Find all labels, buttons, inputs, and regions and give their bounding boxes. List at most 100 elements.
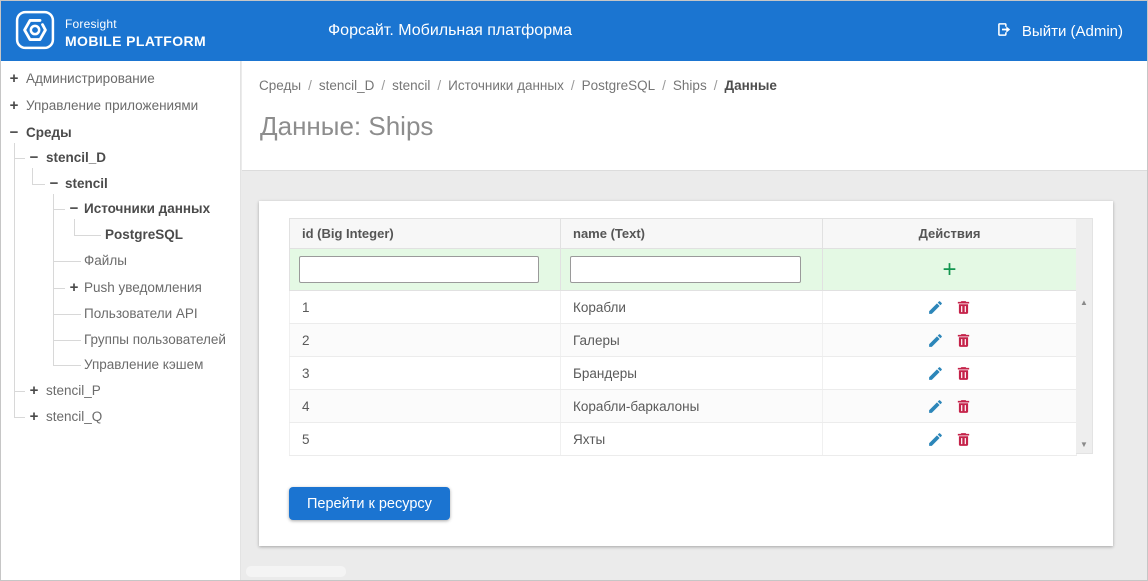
name-filter-input[interactable] (570, 256, 801, 283)
tree-line (14, 158, 25, 159)
cell-name: Брандеры (560, 356, 823, 390)
delete-icon[interactable] (955, 431, 972, 448)
logo-line2: MOBILE PLATFORM (65, 32, 207, 49)
cell-id: 5 (289, 422, 561, 456)
breadcrumb: Среды / stencil_D / stencil / Источники данных… (259, 78, 777, 93)
edit-icon[interactable] (927, 398, 944, 415)
breadcrumb-ships[interactable]: Ships (673, 78, 707, 93)
data-grid: id (Big Integer) name (Text) Действия + (289, 218, 1093, 456)
horizontal-scrollbar-thumb[interactable] (246, 566, 346, 577)
tree-line (14, 143, 15, 417)
collapse-icon[interactable]: − (27, 148, 41, 168)
delete-icon[interactable] (955, 299, 972, 316)
expand-icon[interactable]: + (27, 381, 41, 401)
breadcrumb-separator: / (308, 78, 312, 93)
table-row: 5 Яхты (289, 422, 1077, 456)
tree-line (53, 288, 65, 289)
tree-line (53, 365, 81, 366)
breadcrumb-separator: / (713, 78, 718, 93)
cell-name: Яхты (560, 422, 823, 456)
app-title: Форсайт. Мобильная платформа (328, 22, 572, 39)
cell-name: Корабли (560, 290, 823, 324)
sidebar-item-label: Push уведомления (84, 280, 202, 295)
logo: Foresight MOBILE PLATFORM (15, 10, 206, 55)
breadcrumb-postgresql[interactable]: PostgreSQL (582, 78, 656, 93)
table-row: 4 Корабли-баркалоны (289, 389, 1077, 423)
breadcrumb-separator: / (381, 78, 386, 93)
sidebar-item-label: Группы пользователей (84, 332, 226, 347)
breadcrumb-data-sources[interactable]: Источники данных (448, 78, 564, 93)
tree-line (14, 391, 25, 392)
logo-text: Foresight MOBILE PLATFORM (65, 17, 206, 49)
table-scrollbar[interactable]: ▲ ▼ (1076, 218, 1093, 454)
go-to-resource-button[interactable]: Перейти к ресурсу (289, 487, 450, 520)
column-header-id: id (Big Integer) (289, 218, 561, 249)
tree-line (53, 261, 81, 262)
app-header: Foresight MOBILE PLATFORM Форсайт. Мобил… (1, 1, 1147, 61)
logout-button[interactable]: Выйти (Admin) (996, 1, 1123, 61)
logout-icon (996, 21, 1013, 42)
sidebar-item-label: stencil_D (46, 150, 107, 165)
tree-line (53, 209, 65, 210)
sidebar-item-label: Файлы (84, 253, 127, 268)
collapse-icon[interactable]: − (67, 199, 81, 219)
cell-name: Корабли-баркалоны (560, 389, 823, 423)
sidebar-item-label: Администрирование (26, 71, 155, 86)
tree-line (53, 314, 81, 315)
edit-icon[interactable] (927, 332, 944, 349)
add-row-button[interactable]: + (942, 257, 956, 282)
foresight-logo-icon (15, 10, 55, 55)
sidebar-item-label: stencil (65, 176, 108, 191)
main-content: Среды / stencil_D / stencil / Источники данных… (242, 61, 1147, 580)
scroll-down-icon[interactable]: ▼ (1076, 441, 1092, 449)
cell-id: 3 (289, 356, 561, 390)
expand-icon[interactable]: + (7, 69, 21, 89)
delete-icon[interactable] (955, 398, 972, 415)
breadcrumb-stencil-d[interactable]: stencil_D (319, 78, 375, 93)
cell-id: 1 (289, 290, 561, 324)
delete-icon[interactable] (955, 365, 972, 382)
sidebar-tree: + Администрирование + Управление приложе… (1, 61, 241, 580)
breadcrumb-separator: / (662, 78, 666, 93)
breadcrumb-bar: Среды / stencil_D / stencil / Источники данных… (242, 61, 1147, 171)
tree-line (32, 184, 45, 185)
collapse-icon[interactable]: − (47, 174, 61, 194)
id-filter-input[interactable] (299, 256, 539, 283)
sidebar-item-label: Управление приложениями (26, 98, 199, 113)
sidebar-item-label: Управление кэшем (84, 357, 204, 372)
column-header-actions: Действия (822, 218, 1077, 249)
table-row: 2 Галеры (289, 323, 1077, 357)
expand-icon[interactable]: + (27, 407, 41, 427)
page-title: Данные: Ships (260, 111, 434, 141)
collapse-icon[interactable]: − (7, 123, 21, 143)
delete-icon[interactable] (955, 332, 972, 349)
breadcrumb-data-current: Данные (724, 78, 777, 93)
edit-icon[interactable] (927, 299, 944, 316)
edit-icon[interactable] (927, 431, 944, 448)
scroll-up-icon[interactable]: ▲ (1076, 299, 1092, 307)
sidebar-item-label: stencil_Q (46, 409, 103, 424)
tree-line (14, 417, 25, 418)
filter-row: + (289, 248, 1077, 291)
table-row: 3 Брандеры (289, 356, 1077, 390)
expand-icon[interactable]: + (7, 96, 21, 116)
sidebar-item-label: Источники данных (84, 201, 211, 216)
tree-line (32, 168, 33, 184)
breadcrumb-environments[interactable]: Среды (259, 78, 301, 93)
tree-line (74, 219, 75, 235)
logout-label: Выйти (Admin) (1021, 22, 1123, 40)
edit-icon[interactable] (927, 365, 944, 382)
tree-line (53, 340, 81, 341)
breadcrumb-stencil[interactable]: stencil (392, 78, 430, 93)
app-window: Foresight MOBILE PLATFORM Форсайт. Мобил… (0, 0, 1148, 581)
tree-line (74, 235, 101, 236)
logo-line1: Foresight (65, 16, 117, 31)
breadcrumb-separator: / (437, 78, 442, 93)
cell-id: 4 (289, 389, 561, 423)
sidebar-item-label: Среды (26, 125, 72, 140)
expand-icon[interactable]: + (67, 278, 81, 298)
column-header-name: name (Text) (560, 218, 823, 249)
breadcrumb-separator: / (570, 78, 575, 93)
sidebar-item-label: PostgreSQL (105, 227, 184, 242)
grid-header-row: id (Big Integer) name (Text) Действия (289, 218, 1077, 249)
